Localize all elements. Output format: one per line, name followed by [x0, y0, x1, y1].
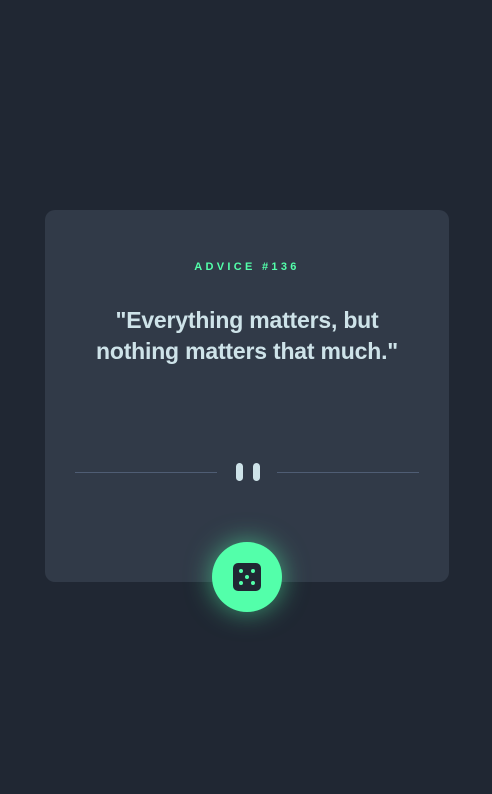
- dice-pip: [245, 575, 249, 579]
- dice-pip: [251, 569, 255, 573]
- dice-pip: [239, 581, 243, 585]
- dice-pip: [251, 581, 255, 585]
- divider-line-right: [277, 472, 419, 473]
- advice-card: ADVICE #136 "Everything matters, but not…: [45, 210, 449, 582]
- pattern-divider: [75, 461, 419, 483]
- divider-line-left: [75, 472, 217, 473]
- generate-advice-button[interactable]: [212, 542, 282, 612]
- pause-icon: [236, 463, 260, 481]
- dice-icon: [233, 563, 261, 591]
- pause-icon-bar-right: [253, 463, 260, 481]
- app-page: ADVICE #136 "Everything matters, but not…: [0, 0, 492, 794]
- pause-icon-bar-left: [236, 463, 243, 481]
- advice-id: ADVICE #136: [194, 261, 300, 273]
- dice-pip: [239, 569, 243, 573]
- advice-quote: "Everything matters, but nothing matters…: [96, 307, 398, 364]
